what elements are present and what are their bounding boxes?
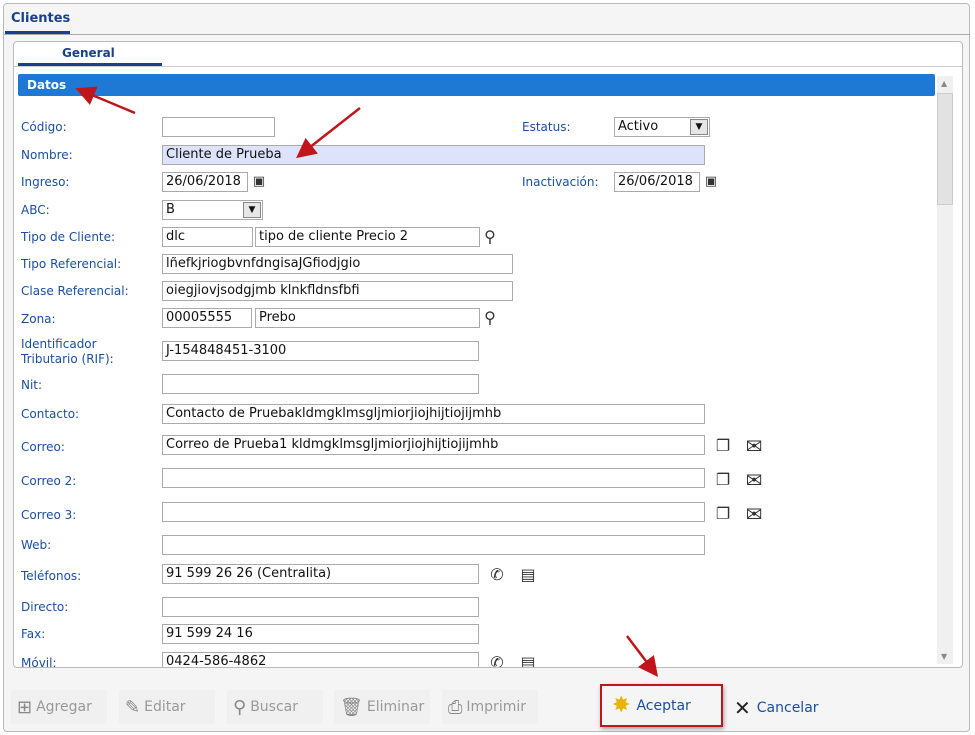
arrow-nombre — [296, 107, 361, 159]
arrow-aceptar — [626, 635, 659, 677]
annotation-arrows — [75, 86, 659, 677]
arrow-datos — [75, 86, 136, 115]
